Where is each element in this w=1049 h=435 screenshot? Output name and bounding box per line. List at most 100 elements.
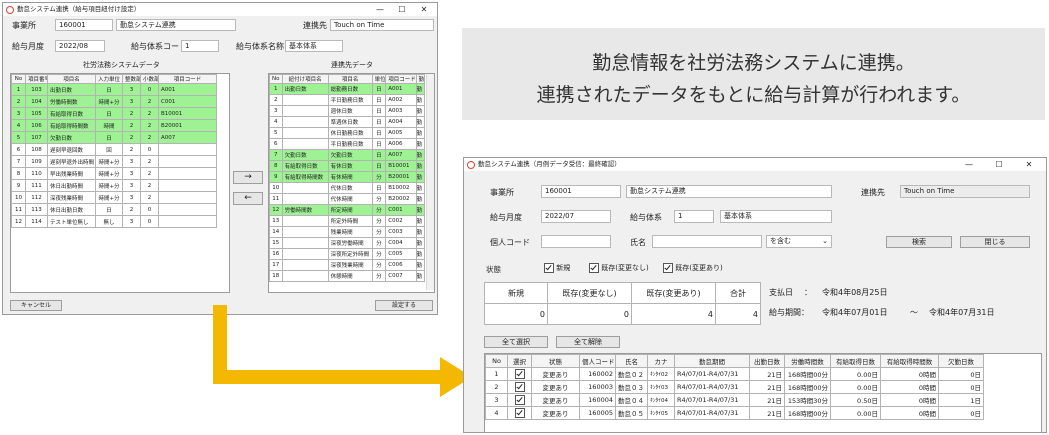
checkbox-checked-icon[interactable] [514, 395, 525, 405]
col-header[interactable]: 項目コード [385, 74, 417, 84]
office-name-field[interactable]: 勤怠システム連携 [116, 19, 236, 31]
col-header[interactable]: No [485, 354, 508, 368]
table-row[interactable]: 1 変更あり 160002 勤怠０２ ｷﾝﾀｲ02 R4/07/01-R4/07/31 21… [485, 367, 984, 381]
select-cell[interactable] [507, 367, 532, 381]
minimize-icon[interactable]: — [369, 3, 391, 16]
col-header[interactable]: 有給取得時間数 [880, 354, 939, 368]
col-header[interactable]: 状態 [531, 354, 580, 368]
table-row[interactable]: 2 104 労働時間数 時間+分 3 2 C001 [11, 95, 217, 108]
table-row[interactable]: 8 有給取得日数 有休日数日 B10001 勤 [269, 160, 426, 172]
col-header[interactable]: 欠勤日数 [938, 354, 984, 368]
select-cell[interactable] [507, 393, 532, 407]
month-field[interactable]: 2022/07 [541, 210, 611, 223]
table-row[interactable]: 12 労働時間数 所定時間分 C001 勤 [269, 204, 426, 216]
table-row[interactable]: 3 週休日数日 A003 勤 [269, 105, 426, 117]
close-icon[interactable]: ✕ [413, 3, 435, 16]
table-row[interactable]: 6 平日勤務日数日 A006 勤 [269, 138, 426, 150]
match-mode-select[interactable]: を含む ⌄ [766, 235, 832, 248]
table-row[interactable]: 10 代休日数日 B10002 勤 [269, 182, 426, 194]
maximize-icon[interactable]: ☐ [391, 3, 413, 16]
table-row[interactable]: 1 出勤日数 総勤務日数日 A001 勤 [269, 83, 426, 95]
col-header[interactable]: 氏名 [615, 354, 648, 368]
table-row[interactable]: 7 109 遅刻早退外出時間 時間+分 3 2 [11, 155, 217, 168]
table-row[interactable]: 9 有給取得時間数 有休時間分 B20001 勤 [269, 171, 426, 183]
clear-all-button[interactable]: 全て解除 [556, 336, 620, 348]
checkbox-checked-icon[interactable] [544, 263, 554, 273]
col-header[interactable]: 労働時間数 [784, 354, 831, 368]
checkbox-checked-icon[interactable] [514, 408, 525, 418]
person-code-field[interactable] [541, 235, 611, 248]
col-header[interactable]: 項目コード [158, 74, 217, 84]
checkbox-checked-icon[interactable] [514, 369, 525, 379]
close-icon[interactable]: ✕ [1014, 158, 1044, 171]
col-header[interactable]: 単位 [371, 74, 387, 84]
col-header[interactable]: 入力単位 [95, 74, 123, 84]
table-row[interactable]: 17 深夜残業時間分 C006 勤 [269, 259, 426, 271]
table-row[interactable]: 4 106 有給取得時間数 時間 2 2 B20001 [11, 119, 217, 132]
status-filter-changed[interactable]: 既存(変更あり) [663, 263, 723, 273]
move-right-button[interactable]: → [233, 171, 263, 184]
table-row[interactable]: 6 108 遅刻早退回数回 2 0 [11, 143, 217, 156]
pay-system-name-field[interactable]: 基本体系 [720, 210, 832, 223]
table-row[interactable]: 10 112 深夜残業時間 時間+分 3 2 [11, 191, 217, 204]
table-row[interactable]: 2 変更あり 160003 勤怠０３ ｷﾝﾀｲ03 R4/07/01-R4/07/31 21… [485, 380, 984, 394]
pay-system-name-field[interactable]: 基本体系 [285, 40, 343, 52]
table-row[interactable]: 15 深夜労働時間分 C004 勤 [269, 237, 426, 249]
col-header[interactable]: 項目番号 [25, 74, 48, 84]
pay-system-code-field[interactable]: 1 [674, 210, 714, 223]
office-code-field[interactable]: 160001 [541, 185, 621, 198]
table-row[interactable]: 3 変更あり 160004 勤怠０４ ｷﾝﾀｲ04 R4/07/01-R4/07/31 21… [485, 393, 984, 407]
close-button[interactable]: 閉じる [960, 236, 1030, 248]
vertical-scrollbar[interactable] [426, 74, 434, 290]
select-cell[interactable] [507, 406, 532, 420]
status-filter-new[interactable]: 新規 [544, 263, 570, 273]
col-header[interactable]: No [11, 74, 26, 84]
table-row[interactable]: 11 113 休日出勤日数日 2 0 [11, 203, 217, 216]
table-row[interactable]: 4 準週休日数日 A004 勤 [269, 116, 426, 128]
select-cell[interactable] [507, 380, 532, 394]
name-field[interactable] [652, 235, 762, 248]
col-header[interactable]: カナ [647, 354, 675, 368]
checkbox-checked-icon[interactable] [663, 263, 673, 273]
select-all-button[interactable]: 全て選択 [484, 336, 548, 348]
table-row[interactable]: 2 平日勤務日数日 A002 勤 [269, 94, 426, 106]
col-header[interactable]: 紐付け項目名 [281, 74, 329, 84]
table-row[interactable]: 16 深夜所定外時間分 C005 勤 [269, 248, 426, 260]
col-header[interactable]: 項目名 [327, 74, 373, 84]
maximize-icon[interactable]: ☐ [984, 158, 1014, 171]
cancel-button[interactable]: キャンセル [10, 300, 62, 311]
table-row[interactable]: 1 103 出勤日数日 3 0 A001 [11, 83, 217, 96]
office-name-field[interactable]: 勤怠システム連携 [626, 185, 832, 198]
table-row[interactable]: 4 変更あり 160005 勤怠０５ ｷﾝﾀｲ05 R4/07/01-R4/07/31 21… [485, 406, 984, 420]
col-header[interactable]: No [269, 74, 283, 84]
col-header[interactable]: 項目名 [47, 74, 96, 84]
table-row[interactable]: 18 休憩時間分 C007 勤 [269, 270, 426, 282]
col-header[interactable]: 勤怠期間 [674, 354, 750, 368]
checkbox-checked-icon[interactable] [589, 263, 599, 273]
col-header[interactable]: 有給取得日数 [830, 354, 881, 368]
table-row[interactable]: 9 111 休日出勤時間 時間+分 3 2 [11, 179, 217, 192]
table-row[interactable]: 13 所定外時間分 C002 勤 [269, 215, 426, 227]
office-code-field[interactable]: 160001 [55, 19, 113, 31]
col-header[interactable]: 出勤日数 [749, 354, 785, 368]
minimize-icon[interactable]: — [954, 158, 984, 171]
search-button[interactable]: 検索 [886, 236, 952, 248]
col-header[interactable]: 個人コード [579, 354, 616, 368]
table-row[interactable]: 3 105 有給取得日数日 2 2 B10001 [11, 107, 217, 120]
move-left-button[interactable]: ← [233, 192, 263, 205]
table-row[interactable]: 12 114 テスト単位無し 無し 3 0 [11, 215, 217, 228]
link-field[interactable]: Touch on Time [900, 185, 1030, 198]
col-header[interactable]: 小数部 [140, 74, 159, 84]
table-row[interactable]: 8 110 早出残業時間 時間+分 3 2 [11, 167, 217, 180]
table-row[interactable]: 11 代休時間分 B20002 勤 [269, 193, 426, 205]
table-row[interactable]: 7 欠勤日数 欠勤日数日 A007 勤 [269, 149, 426, 161]
col-header[interactable]: 勤 [415, 74, 426, 84]
col-header[interactable]: 選択 [507, 354, 532, 368]
pay-system-code-field[interactable]: 1 [181, 40, 219, 52]
month-field[interactable]: 2022/08 [55, 40, 105, 52]
checkbox-checked-icon[interactable] [514, 382, 525, 392]
table-row[interactable]: 5 107 欠勤日数日 2 2 A007 [11, 131, 217, 144]
table-row[interactable]: 5 休日勤務日数日 A005 勤 [269, 127, 426, 139]
link-field[interactable]: Touch on Time [330, 19, 434, 31]
col-header[interactable]: 整数部 [122, 74, 141, 84]
